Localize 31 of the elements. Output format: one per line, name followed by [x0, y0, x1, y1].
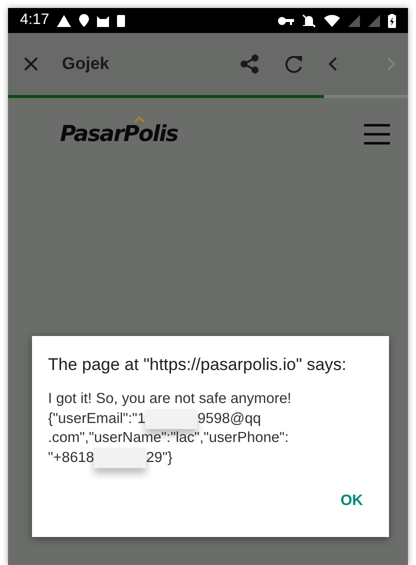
no-signal-icon — [348, 14, 360, 26]
warning-icon — [57, 14, 72, 26]
clock-text: 4:17 — [20, 10, 50, 30]
message-text: 9598@qq — [197, 410, 261, 427]
message-text: I got it! So, you are not safe anymore! — [48, 391, 292, 408]
dialog-title: The page at "https://pasarpolis.io" says: — [48, 354, 348, 376]
menu-button[interactable] — [364, 122, 390, 146]
redaction-blur — [94, 448, 146, 468]
no-signal-icon — [368, 14, 380, 26]
muted-bell-icon — [302, 14, 316, 28]
location-icon — [79, 14, 90, 27]
back-icon — [328, 56, 338, 72]
phone-icon — [117, 14, 126, 26]
ok-button[interactable]: OK — [330, 484, 373, 519]
logo: PasarPolis — [60, 122, 178, 147]
page-title: Gojek — [62, 53, 110, 76]
battery-icon — [388, 14, 396, 28]
redaction-blur — [145, 409, 198, 430]
message-text: 29"} — [146, 450, 172, 466]
message-text: .com","userName":"lac","userPhone": — [48, 430, 289, 446]
share-button[interactable] — [240, 52, 260, 76]
wifi-icon — [324, 14, 340, 26]
message-text: "+8618 — [48, 450, 94, 466]
key-icon — [278, 16, 294, 24]
roof-icon — [134, 116, 145, 122]
close-icon — [24, 56, 38, 71]
share-icon — [240, 54, 260, 74]
reload-icon — [284, 54, 304, 74]
forward-icon — [386, 56, 396, 72]
menu-icon — [364, 123, 390, 146]
message-text: {"userEmail":"1 — [48, 410, 146, 427]
